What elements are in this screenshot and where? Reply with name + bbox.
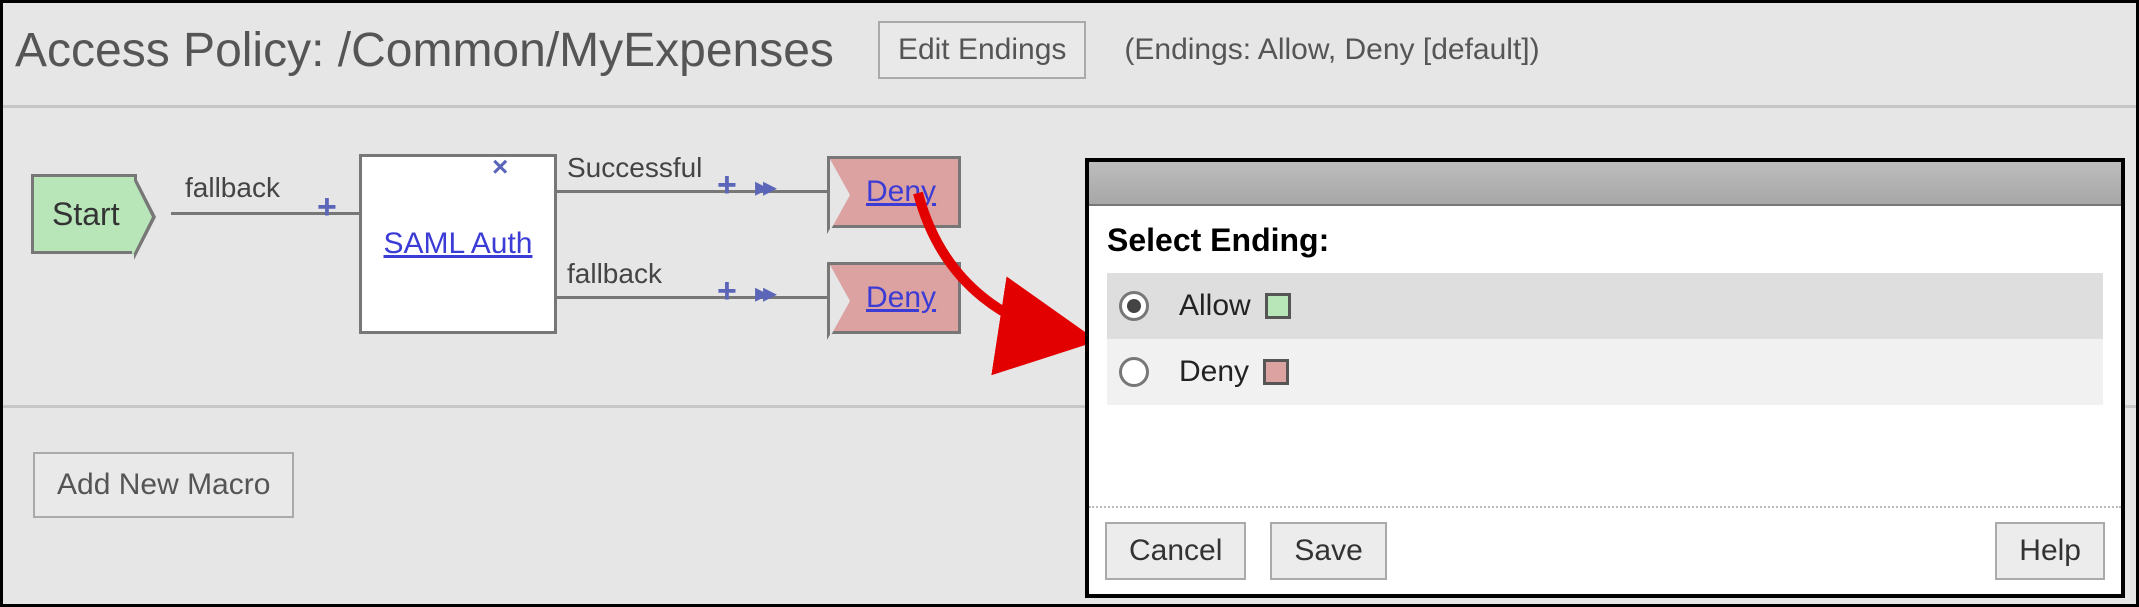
color-swatch-deny	[1263, 359, 1289, 385]
edge-label-fallback: fallback	[567, 258, 662, 290]
arrow-icon: ▸▸	[755, 276, 771, 309]
add-node-icon[interactable]: +	[717, 272, 737, 311]
color-swatch-allow	[1265, 293, 1291, 319]
endings-summary: (Endings: Allow, Deny [default])	[1124, 33, 1539, 67]
start-node[interactable]: Start	[31, 174, 137, 254]
spacer	[1411, 522, 1972, 580]
option-label: Deny	[1179, 355, 1249, 389]
connector-line	[557, 296, 827, 299]
saml-auth-link[interactable]: SAML Auth	[384, 227, 533, 261]
start-node-label: Start	[52, 196, 120, 233]
add-node-icon[interactable]: +	[317, 188, 337, 227]
page-title: Access Policy: /Common/MyExpenses	[15, 23, 834, 78]
dialog-body: Select Ending: Allow Deny	[1089, 206, 2121, 506]
cancel-button[interactable]: Cancel	[1105, 522, 1246, 580]
close-icon[interactable]: ×	[492, 151, 508, 183]
dialog-heading: Select Ending:	[1107, 222, 2103, 259]
option-label: Allow	[1179, 289, 1251, 323]
edge-label-fallback: fallback	[185, 172, 280, 204]
connector-line	[557, 190, 827, 193]
radio-unselected-icon[interactable]	[1119, 357, 1149, 387]
deny-link[interactable]: Deny	[866, 175, 936, 209]
edit-endings-button[interactable]: Edit Endings	[878, 21, 1086, 79]
select-ending-dialog: Select Ending: Allow Deny Cancel Save He…	[1085, 158, 2125, 598]
policy-header: Access Policy: /Common/MyExpenses Edit E…	[3, 3, 2136, 108]
saml-auth-node[interactable]: × SAML Auth	[359, 154, 557, 334]
ending-node-deny[interactable]: Deny	[827, 156, 961, 228]
save-button[interactable]: Save	[1270, 522, 1386, 580]
edge-label-successful: Successful	[567, 152, 702, 184]
add-node-icon[interactable]: +	[717, 166, 737, 205]
arrow-icon: ▸▸	[755, 170, 771, 203]
ending-option-deny[interactable]: Deny	[1107, 339, 2103, 405]
dialog-titlebar[interactable]	[1089, 162, 2121, 206]
dialog-footer: Cancel Save Help	[1089, 506, 2121, 594]
ending-option-allow[interactable]: Allow	[1107, 273, 2103, 339]
help-button[interactable]: Help	[1995, 522, 2105, 580]
add-new-macro-button[interactable]: Add New Macro	[33, 452, 294, 518]
radio-selected-icon[interactable]	[1119, 291, 1149, 321]
ending-node-deny[interactable]: Deny	[827, 262, 961, 334]
deny-link[interactable]: Deny	[866, 281, 936, 315]
